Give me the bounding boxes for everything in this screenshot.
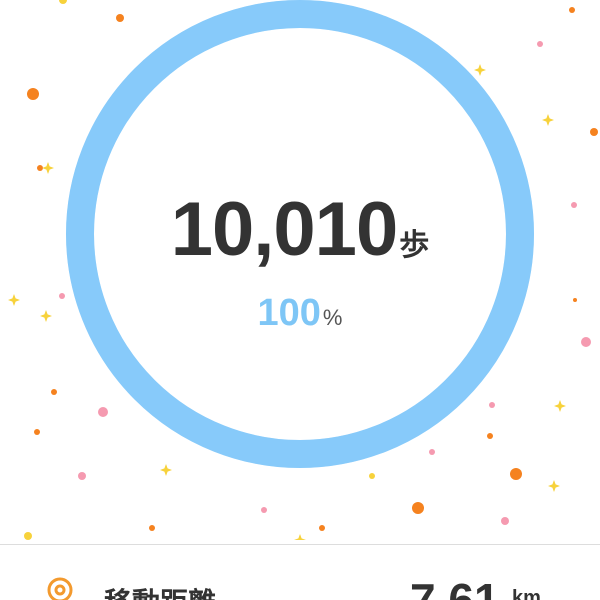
confetti-star	[542, 114, 554, 126]
confetti-dot	[261, 507, 267, 513]
step-count-value: 10,010	[170, 187, 398, 272]
confetti-dot	[149, 525, 155, 531]
confetti-star	[42, 162, 54, 174]
goal-percent-unit: %	[322, 305, 343, 330]
confetti-dot	[537, 41, 543, 47]
confetti-star	[548, 480, 560, 492]
stat-unit: km	[512, 587, 541, 600]
confetti-dot	[34, 429, 40, 435]
location-pin-icon	[47, 577, 73, 600]
stat-label: 移動距離	[104, 581, 216, 600]
goal-percent-value: 100	[257, 292, 321, 334]
confetti-star	[554, 400, 566, 412]
confetti-dot	[501, 517, 509, 525]
stat-value: 7.61	[410, 574, 500, 600]
confetti-star	[294, 534, 306, 540]
confetti-dot	[78, 472, 86, 480]
stat-row-distance[interactable]: 移動距離 7.61 km	[0, 545, 600, 600]
confetti-dot	[510, 468, 522, 480]
confetti-dot	[27, 88, 39, 100]
step-count-unit: 歩	[399, 228, 430, 263]
confetti-dot	[590, 128, 598, 136]
confetti-dot	[569, 7, 575, 13]
confetti-dot	[412, 502, 424, 514]
step-count: 10,010歩	[0, 186, 600, 273]
confetti-dot	[319, 525, 325, 531]
confetti-dot	[51, 389, 57, 395]
confetti-dot	[369, 473, 375, 479]
goal-percent: 100%	[0, 292, 600, 335]
confetti-dot	[581, 337, 591, 347]
confetti-dot	[24, 532, 32, 540]
